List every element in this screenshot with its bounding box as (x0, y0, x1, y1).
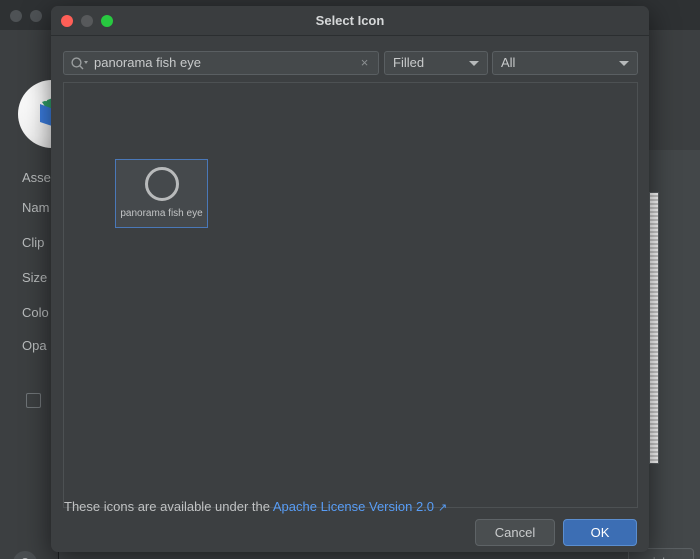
search-icon[interactable] (70, 56, 88, 72)
apache-license-link[interactable]: Apache License Version 2.0 (273, 499, 434, 514)
category-filter-dropdown[interactable]: All (492, 51, 638, 75)
chevron-down-icon (469, 61, 479, 66)
background-zoom-button[interactable] (30, 10, 42, 22)
clear-search-icon[interactable]: × (357, 55, 372, 70)
icon-result-label: panorama fish eye (120, 208, 203, 219)
license-notice: These icons are available under the Apac… (64, 499, 447, 514)
background-minimize-button[interactable] (10, 10, 22, 22)
search-input-value: panorama fish eye (94, 55, 201, 70)
search-input[interactable]: panorama fish eye × (63, 51, 379, 75)
bg-label-opacity: Opa (22, 338, 47, 353)
background-option-checkbox[interactable] (26, 393, 41, 408)
style-filter-value: Filled (393, 55, 425, 70)
select-icon-dialog: Select Icon panorama fish eye × Filled A… (51, 6, 649, 552)
panorama-fish-eye-icon (144, 167, 179, 201)
icon-results-panel[interactable]: panorama fish eye (63, 82, 638, 508)
bg-label-size: Size (22, 270, 48, 285)
help-button[interactable]: ? (13, 551, 37, 559)
bg-label-clip: Clip (22, 235, 45, 250)
chevron-down-icon (619, 61, 629, 66)
category-filter-value: All (501, 55, 516, 70)
dialog-toolbar: panorama fish eye × Filled All (51, 35, 649, 80)
icon-result-panorama-fish-eye[interactable]: panorama fish eye (115, 159, 208, 228)
external-link-icon: ↗ (438, 502, 448, 514)
cancel-button[interactable]: Cancel (475, 519, 555, 546)
bg-label-color: Colo (22, 305, 49, 320)
dialog-title: Select Icon (315, 13, 385, 28)
bg-label-asset: Asse (22, 170, 51, 185)
dialog-titlebar: Select Icon (51, 6, 649, 36)
style-filter-dropdown[interactable]: Filled (384, 51, 488, 75)
license-notice-text: These icons are available under the (64, 499, 270, 514)
background-preview-strip (649, 192, 659, 464)
ok-button[interactable]: OK (563, 519, 637, 546)
bg-label-name: Nam (22, 200, 50, 215)
